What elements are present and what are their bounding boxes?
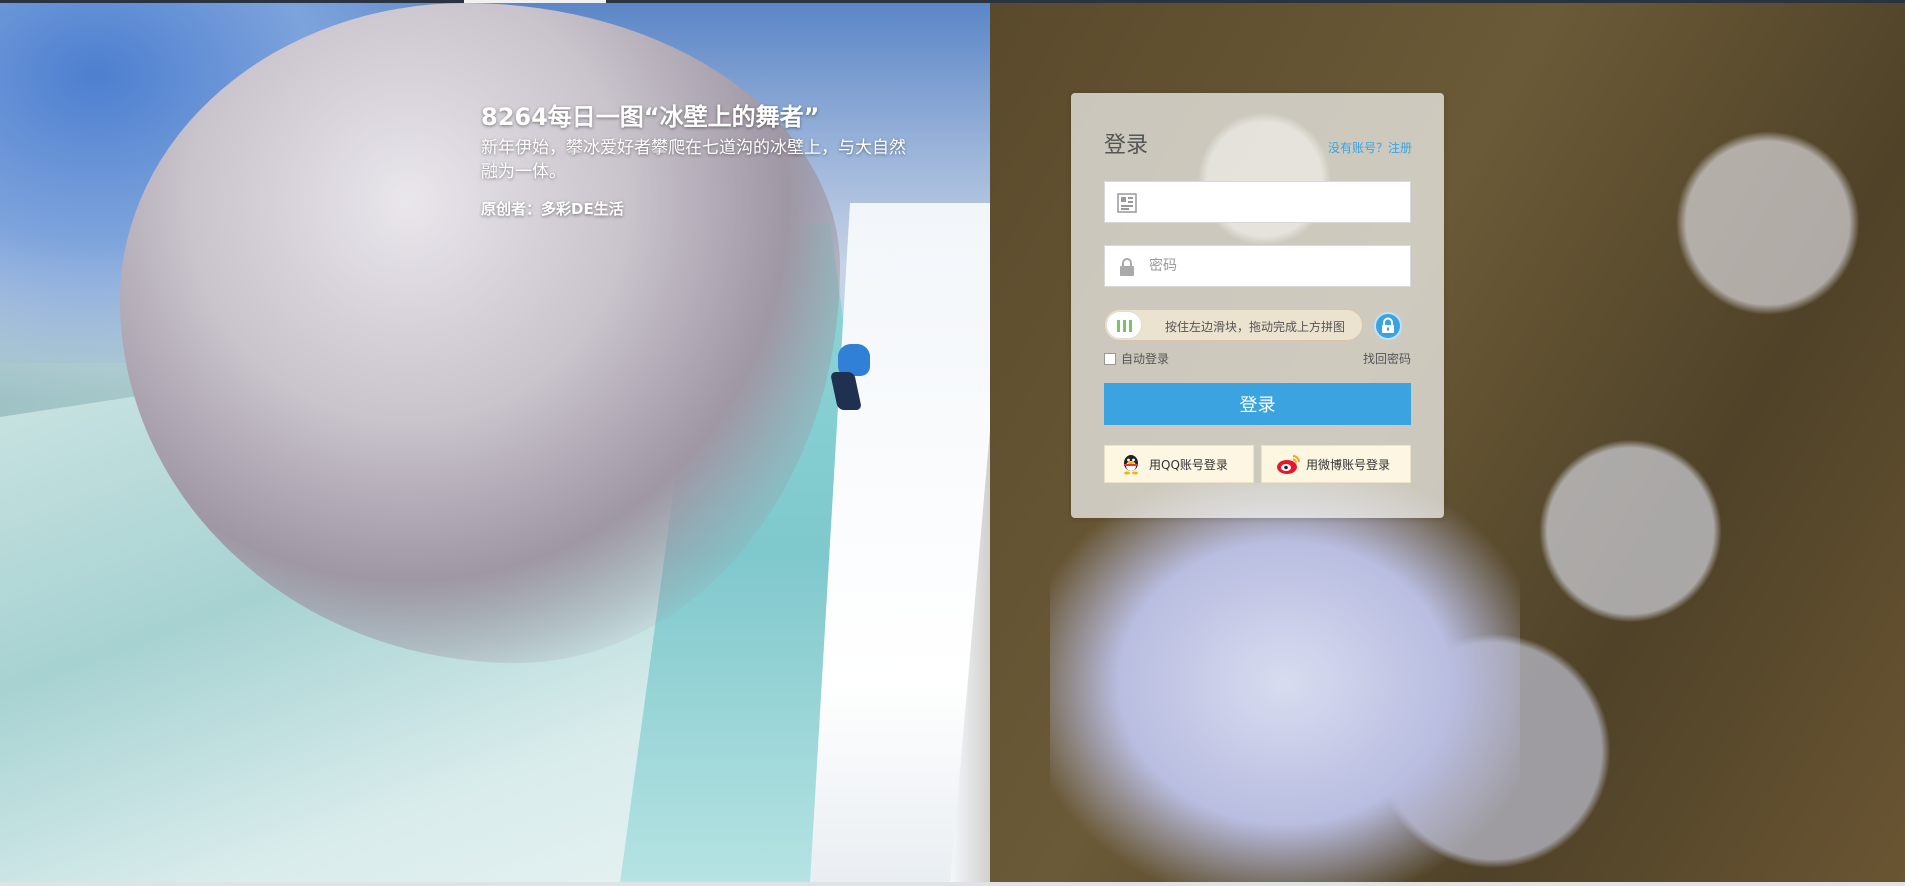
qq-login-label: 用QQ账号登录	[1149, 457, 1228, 472]
qr-user-icon	[1117, 193, 1137, 213]
login-title: 登录	[1104, 133, 1149, 158]
slider-handle[interactable]	[1106, 311, 1142, 339]
weibo-login-label: 用微博账号登录	[1306, 457, 1391, 472]
qq-login-button[interactable]: 用QQ账号登录	[1104, 445, 1254, 483]
weibo-login-button[interactable]: 用微博账号登录	[1261, 445, 1411, 483]
auto-login-label: 自动登录	[1121, 352, 1170, 366]
login-panel: 登录 没有账号？注册 按住左边滑块，拖动完成上方拼图 自动登录 找回密码 登录 …	[1071, 93, 1444, 518]
background-photo	[0, 3, 1905, 882]
username-input[interactable]	[1149, 182, 1404, 222]
photo-caption: 8264每日一图“冰壁上的舞者” 新年伊始，攀冰爱好者攀爬在七道沟的冰壁上，与大…	[481, 102, 931, 219]
username-field[interactable]	[1104, 181, 1411, 223]
lock-icon	[1382, 317, 1394, 333]
climber-legs	[829, 372, 863, 410]
lock-icon	[1117, 257, 1137, 277]
password-input[interactable]	[1149, 246, 1404, 286]
forgot-password-link[interactable]: 找回密码	[1363, 350, 1411, 367]
register-link[interactable]: 没有账号？注册	[1328, 139, 1412, 156]
caption-title: 8264每日一图“冰壁上的舞者”	[481, 103, 820, 131]
qq-penguin-icon	[1119, 452, 1143, 476]
slider-hint: 按住左边滑块，拖动完成上方拼图	[1165, 320, 1346, 334]
captcha-slider[interactable]: 按住左边滑块，拖动完成上方拼图	[1104, 309, 1363, 341]
caption-author: 原创者：多彩DE生活	[481, 200, 624, 218]
caption-description: 新年伊始，攀冰爱好者攀爬在七道沟的冰壁上，与大自然融为一体。	[481, 138, 906, 182]
password-field[interactable]	[1104, 245, 1411, 287]
weibo-icon	[1276, 452, 1300, 476]
auto-login-checkbox[interactable]: 自动登录	[1104, 350, 1169, 367]
ice-climber	[820, 336, 880, 416]
login-button[interactable]: 登录	[1104, 383, 1411, 425]
slider-lock-button[interactable]	[1374, 312, 1402, 340]
checkbox-box[interactable]	[1104, 352, 1116, 365]
bottom-strip	[0, 882, 1905, 886]
frost-cluster	[1050, 483, 1520, 882]
